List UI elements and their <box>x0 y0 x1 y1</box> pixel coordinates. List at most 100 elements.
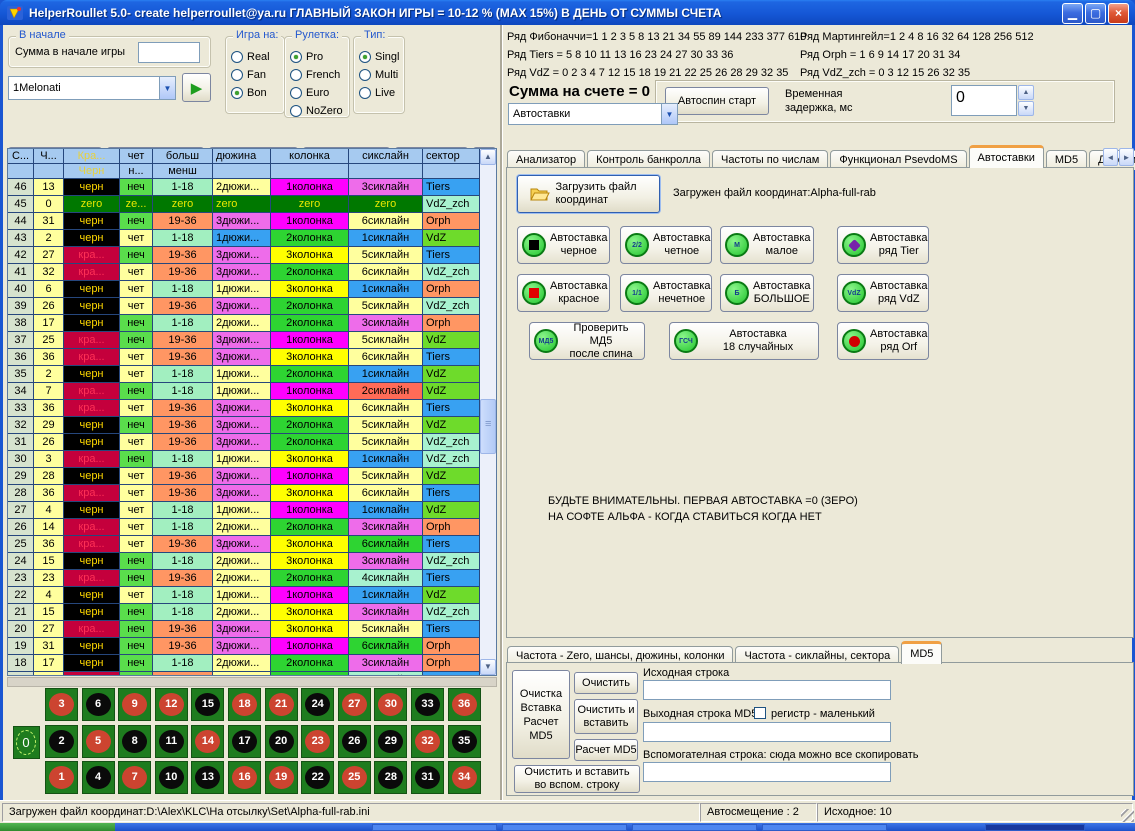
stake-button-ряд-orf[interactable]: Автоставкаряд Orf <box>837 322 929 360</box>
board-cell-29[interactable]: 29 <box>374 725 407 758</box>
profile-combobox[interactable]: 1Melonati ▼ <box>8 76 176 100</box>
board-cell-11[interactable]: 11 <box>155 725 188 758</box>
table-row[interactable]: 3636кра...чет19-363дюжи...3колонка6сикла… <box>8 349 480 366</box>
delay-input[interactable]: 0 <box>951 85 1017 116</box>
stakes-combobox[interactable]: Автоставки ▼ <box>508 103 678 125</box>
load-coordinates-button[interactable]: Загрузить файл координат <box>517 175 660 213</box>
board-cell-12[interactable]: 12 <box>155 688 188 721</box>
scroll-down-icon[interactable]: ▼ <box>480 659 496 675</box>
board-cell-22[interactable]: 22 <box>301 761 334 794</box>
board-cell-3[interactable]: 3 <box>45 688 78 721</box>
board-cell-18[interactable]: 18 <box>228 688 261 721</box>
autospin-start-button[interactable]: Автоспин старт <box>665 87 769 115</box>
table-row[interactable]: 352чернчет1-181дюжи...2колонка1сиклайнVd… <box>8 366 480 383</box>
table-row[interactable]: 1723кра...неч19-362дюжи...2колонка4сикла… <box>8 672 480 675</box>
maximize-button[interactable]: ▢ <box>1085 3 1106 24</box>
radio-option-euro[interactable]: Euro <box>290 85 345 101</box>
board-cell-32[interactable]: 32 <box>411 725 444 758</box>
stake-button-малое[interactable]: МАвтоставкамалое <box>720 226 814 264</box>
table-row[interactable]: 2836кра...чет19-363дюжи...3колонка6сикла… <box>8 485 480 502</box>
board-cell-16[interactable]: 16 <box>228 761 261 794</box>
table-row[interactable]: 224чернчет1-181дюжи...1колонка1сиклайнVd… <box>8 587 480 604</box>
radio-option-pro[interactable]: Pro <box>290 49 345 65</box>
stake-button-после-спина[interactable]: МД5Проверить МД5после спина <box>529 322 645 360</box>
stake-button-нечетное[interactable]: 1/1Автоставканечетное <box>620 274 712 312</box>
board-cell-9[interactable]: 9 <box>118 688 151 721</box>
board-cell-15[interactable]: 15 <box>191 688 224 721</box>
taskbar-button[interactable] <box>372 824 497 831</box>
source-string-input[interactable] <box>643 680 891 700</box>
board-cell-34[interactable]: 34 <box>448 761 481 794</box>
table-row[interactable]: 303кра...неч1-181дюжи...3колонка1сиклайн… <box>8 451 480 468</box>
table-row[interactable]: 347кра...неч1-181дюжи...1колонка2сиклайн… <box>8 383 480 400</box>
board-cell-23[interactable]: 23 <box>301 725 334 758</box>
clear-paste-aux-button[interactable]: Очистить и вставить во вспом. строку <box>514 765 640 793</box>
board-cell-19[interactable]: 19 <box>265 761 298 794</box>
taskbar-button[interactable] <box>632 824 757 831</box>
taskbar-button[interactable] <box>502 824 627 831</box>
scrollbar-thumb[interactable] <box>480 399 496 454</box>
minimize-button[interactable]: ▁ <box>1062 3 1083 24</box>
radio-option-singl[interactable]: Singl <box>359 49 400 65</box>
md5-big-button[interactable]: Очистка Вставка Расчет MD5 <box>512 670 570 759</box>
taskbar-button[interactable] <box>985 824 1085 831</box>
close-button[interactable]: × <box>1108 3 1129 24</box>
table-row[interactable]: 3725кра...неч19-363дюжи...1колонка5сикла… <box>8 332 480 349</box>
radio-option-live[interactable]: Live <box>359 85 400 101</box>
table-row[interactable]: 4431черннеч19-363дюжи...1колонка6сиклайн… <box>8 213 480 230</box>
table-row[interactable]: 2323кра...неч19-362дюжи...2колонка4сикла… <box>8 570 480 587</box>
board-cell-5[interactable]: 5 <box>82 725 115 758</box>
board-cell-20[interactable]: 20 <box>265 725 298 758</box>
board-cell-6[interactable]: 6 <box>82 688 115 721</box>
taskbar-button[interactable] <box>762 824 887 831</box>
stake-button-большое[interactable]: БАвтоставкаБОЛЬШОЕ <box>720 274 814 312</box>
board-cell-13[interactable]: 13 <box>191 761 224 794</box>
board-cell-4[interactable]: 4 <box>82 761 115 794</box>
tab-scroll-left-icon[interactable]: ◄ <box>1103 148 1118 166</box>
board-cell-33[interactable]: 33 <box>411 688 444 721</box>
table-row[interactable]: 3126чернчет19-363дюжи...2колонка5сиклайн… <box>8 434 480 451</box>
table-row[interactable]: 2536кра...чет19-363дюжи...3колонка6сикла… <box>8 536 480 553</box>
table-row[interactable]: 1817черннеч1-182дюжи...2колонка3сиклайнO… <box>8 655 480 672</box>
table-row[interactable]: 406чернчет1-181дюжи...3колонка1сиклайнOr… <box>8 281 480 298</box>
tab-md5[interactable]: MD5 <box>901 641 942 664</box>
stake-button-красное[interactable]: Автоставкакрасное <box>517 274 610 312</box>
stake-button-18-случайных[interactable]: ГСЧАвтоставка18 случайных <box>669 322 819 360</box>
table-row[interactable]: 274чернчет1-181дюжи...1колонка1сиклайнVd… <box>8 502 480 519</box>
spin-up-icon[interactable]: ▲ <box>1018 85 1034 100</box>
board-cell-17[interactable]: 17 <box>228 725 261 758</box>
radio-option-multi[interactable]: Multi <box>359 67 400 83</box>
calc-md5-button[interactable]: Расчет MD5 <box>574 739 638 761</box>
board-cell-1[interactable]: 1 <box>45 761 78 794</box>
board-cell-21[interactable]: 21 <box>265 688 298 721</box>
board-cell-28[interactable]: 28 <box>374 761 407 794</box>
table-row[interactable]: 4227кра...неч19-363дюжи...3колонка5сикла… <box>8 247 480 264</box>
table-row[interactable]: 3229черннеч19-363дюжи...2колонка5сиклайн… <box>8 417 480 434</box>
table-row[interactable]: 2928чернчет19-363дюжи...1колонка5сиклайн… <box>8 468 480 485</box>
table-row[interactable]: 2415черннеч1-182дюжи...3колонка3сиклайнV… <box>8 553 480 570</box>
table-row[interactable]: 2115черннеч1-182дюжи...3колонка3сиклайнV… <box>8 604 480 621</box>
board-cell-25[interactable]: 25 <box>338 761 371 794</box>
table-scrollbar[interactable]: ▲ ▼ <box>480 149 496 675</box>
table-row[interactable]: 3926чернчет19-363дюжи...2колонка5сиклайн… <box>8 298 480 315</box>
stake-button-ряд-tier[interactable]: Автоставкаряд Tier <box>837 226 929 264</box>
table-row[interactable]: 1931черннеч19-363дюжи...1колонка6сиклайн… <box>8 638 480 655</box>
board-cell-7[interactable]: 7 <box>118 761 151 794</box>
play-button[interactable]: ▶ <box>182 73 211 102</box>
board-cell-35[interactable]: 35 <box>448 725 481 758</box>
clear-button[interactable]: Очистить <box>574 672 638 694</box>
board-zero-cell[interactable]: 0 <box>13 726 40 759</box>
tab-scroll-right-icon[interactable]: ► <box>1119 148 1134 166</box>
aux-string-input[interactable] <box>643 762 891 782</box>
board-cell-27[interactable]: 27 <box>338 688 371 721</box>
radio-option-fan[interactable]: Fan <box>231 67 280 83</box>
board-cell-8[interactable]: 8 <box>118 725 151 758</box>
radio-option-french[interactable]: French <box>290 67 345 83</box>
board-cell-26[interactable]: 26 <box>338 725 371 758</box>
table-row[interactable]: 3817черннеч1-182дюжи...2колонка3сиклайнO… <box>8 315 480 332</box>
table-hscrollbar[interactable] <box>7 677 497 687</box>
board-cell-36[interactable]: 36 <box>448 688 481 721</box>
start-button[interactable] <box>0 823 115 831</box>
radio-option-bon[interactable]: Bon <box>231 85 280 101</box>
table-row[interactable]: 4132кра...чет19-363дюжи...2колонка6сикла… <box>8 264 480 281</box>
